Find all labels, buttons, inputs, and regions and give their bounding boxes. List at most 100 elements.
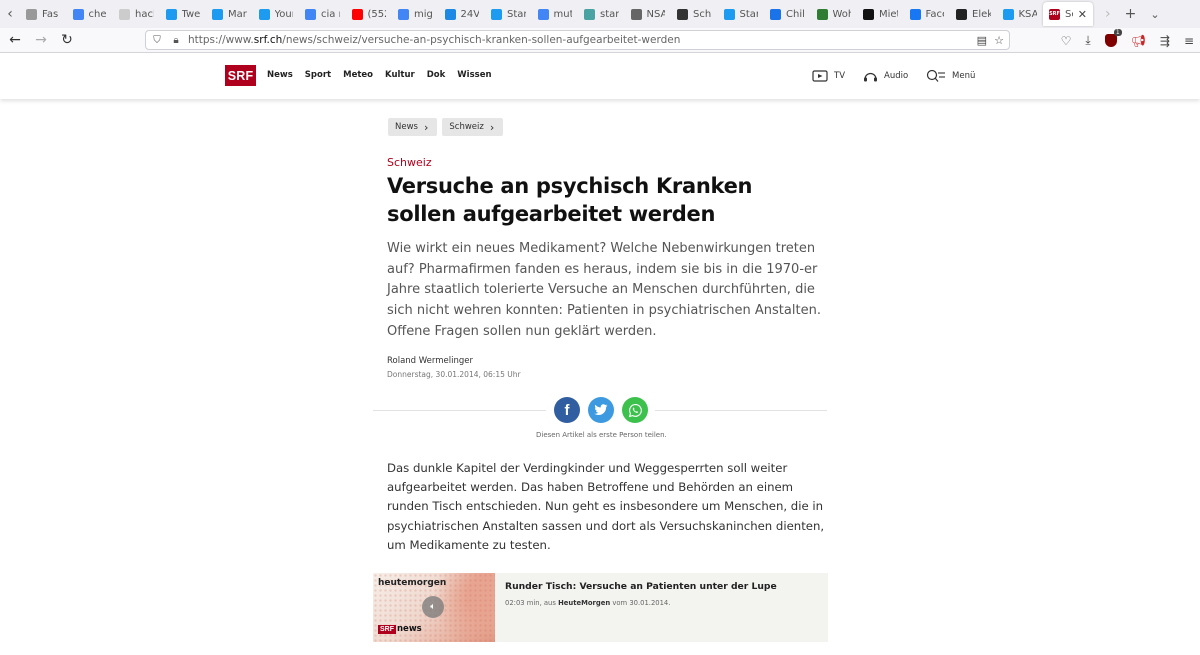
whatsapp-share-button[interactable] [622,397,648,423]
audio-link[interactable]: Audio [863,67,908,85]
breadcrumb-label: Schweiz [449,122,484,132]
twitter-icon [165,8,177,20]
tab[interactable]: Schi [671,2,718,26]
tab[interactable]: chen [67,2,114,26]
tab[interactable]: 24VA [439,2,486,26]
audio-play-button[interactable]: 🔈︎ [422,596,444,618]
scroll-tabs-right-icon[interactable]: › [1105,6,1111,22]
nav-item-meteo[interactable]: Meteo [343,70,373,80]
site-icon [584,8,595,20]
breadcrumb: News › Schweiz › [388,118,504,136]
twitter-icon [258,8,270,20]
tab[interactable]: KSA [997,2,1044,26]
tab[interactable]: Your [253,2,300,26]
tab-title: Schi [693,8,712,20]
article-kicker: Schweiz [387,156,432,169]
audio-teaser[interactable]: heutemorgen 🔈︎ SRF news Runder Tisch: Ve… [373,573,828,642]
tab-title: chen [88,8,108,20]
breadcrumb-item-schweiz[interactable]: Schweiz › [442,118,504,136]
tab[interactable]: Marc [206,2,253,26]
facebook-icon [909,8,921,20]
tab[interactable]: start [578,2,625,26]
list-all-tabs-icon[interactable]: ⌄ [1150,8,1159,21]
nav-item-kultur[interactable]: Kultur [385,70,415,80]
pocket-icon[interactable]: ♡ [1061,34,1072,48]
tab-active[interactable]: SRF Sch ✕ [1043,2,1093,26]
tab[interactable]: Woh [811,2,858,26]
srf-logo[interactable]: SRF [225,65,256,86]
download-icon[interactable]: ⤓ [1085,33,1090,48]
url-bar[interactable]: ⛉ 🔒︎ https://www.srf.ch/news/schweiz/ver… [145,30,1010,50]
tab-title: Fas [42,8,59,20]
ublock-icon[interactable]: 1 [1104,29,1122,47]
forward-icon[interactable]: → [28,28,54,53]
tv-link[interactable]: TV [812,67,845,85]
menu-button[interactable]: Menü [926,67,975,85]
back-icon[interactable]: ← [2,28,28,53]
audio-thumbnail[interactable]: heutemorgen 🔈︎ SRF news [373,573,495,642]
nav-item-wissen[interactable]: Wissen [457,70,491,80]
bookmark-star-icon[interactable]: ☆ [994,34,1004,47]
tab-title: Twe [181,8,201,20]
new-tab-icon[interactable]: + [1125,6,1137,22]
google-icon [72,8,84,20]
tab[interactable]: Twe [160,2,207,26]
tab-title: KSA [1018,8,1038,20]
reload-icon[interactable]: ↻ [54,28,80,53]
facebook-share-button[interactable]: f [554,397,580,423]
tab[interactable]: (552 [346,2,393,26]
shield-icon[interactable]: ⛉ [149,35,165,46]
tab-title: Start [739,8,759,20]
google-icon [398,8,409,20]
article-date: Donnerstag, 30.01.2014, 06:15 Uhr [387,370,521,379]
audio-title[interactable]: Runder Tisch: Versuche an Patienten unte… [505,581,777,592]
article-body: Das dunkle Kapitel der Verdingkinder und… [387,461,825,552]
tab-title: NSA [646,8,666,20]
lock-icon[interactable]: 🔒︎ [168,35,184,46]
app-menu-icon[interactable]: ≡ [1184,34,1194,48]
reader-view-icon[interactable]: ▤ [977,34,987,47]
close-tab-icon[interactable]: ✕ [1078,8,1087,21]
article-author[interactable]: Roland Wermelinger [387,356,473,366]
tab-title: mutt [553,8,573,20]
extensions-icon[interactable]: ⇶ [1160,34,1170,48]
tab[interactable]: Miet [857,2,904,26]
flag-icon [630,8,642,20]
nav-item-sport[interactable]: Sport [305,70,331,80]
tab-title: migr [414,8,433,20]
tab[interactable]: hackers [113,2,160,26]
nav-item-dok[interactable]: Dok [427,70,446,80]
breadcrumb-item-news[interactable]: News › [388,118,438,136]
twitter-icon [491,8,502,20]
tab[interactable]: Chil [764,2,811,26]
audio-icon [864,72,877,82]
tab-title: Chil [786,8,805,20]
tab-title: (552 [367,8,387,20]
show-name: heutemorgen [378,578,447,588]
tab[interactable]: NSA [625,2,672,26]
scroll-tabs-left-icon[interactable]: ‹ [0,0,20,28]
doc-icon [26,8,37,20]
nav-item-news[interactable]: News [267,70,293,80]
article-lead: Wie wirkt ein neues Medikament? Welche N… [387,241,821,339]
check-icon [816,8,828,20]
tab[interactable]: mutt [532,2,579,26]
site-icon [444,8,456,20]
tab-list: Fas chen hackers Twe Marc Your cia n (552 migr 24… [20,2,1043,26]
tab[interactable]: migr [392,2,439,26]
browser-tab-bar: ‹ Fas chen hackers Twe Marc Your cia n (552 migr… [0,0,1200,28]
announcement-icon[interactable]: 📢︎ [1131,34,1146,48]
tab[interactable]: Start [485,2,532,26]
tab[interactable]: Face [904,2,951,26]
tab[interactable]: cia n [299,2,346,26]
twitter-share-button[interactable] [588,397,614,423]
tab[interactable]: Elekt [950,2,997,26]
audio-source: HeuteMorgen [558,599,611,607]
tab[interactable]: Start [718,2,765,26]
site-header: SRF News Sport Meteo Kultur Dok Wissen TV Aud… [0,53,1200,99]
tab[interactable]: Fas [20,2,67,26]
srf-favicon-icon: SRF [1049,8,1060,20]
main-nav: News Sport Meteo Kultur Dok Wissen [267,70,492,80]
chevron-right-icon: › [423,120,429,134]
url-text[interactable]: https://www.srf.ch/news/schweiz/versuche… [188,34,680,46]
